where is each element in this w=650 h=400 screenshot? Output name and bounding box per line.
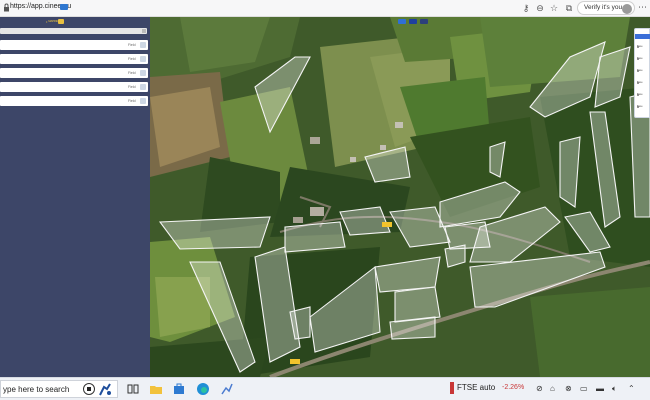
taskbar-search-input[interactable]: ype here to search [0, 380, 118, 398]
profile-button[interactable]: Verify it's you [577, 1, 635, 15]
favorite-star-icon[interactable]: ☆ [548, 2, 560, 14]
panel-item[interactable]: Base [637, 81, 649, 85]
app-chart-icon[interactable] [220, 382, 234, 396]
profile-label: Verify it's you [584, 4, 623, 11]
sidebar: • ᴹᴬᴾᴵᴺᴳ Field Field Field Field Field [0, 17, 150, 377]
display-icon[interactable]: ▬ [596, 384, 604, 393]
tray-overflow-icon[interactable]: ⌃ [628, 384, 635, 393]
more-menu-icon[interactable]: ⋯ [638, 2, 647, 13]
taskbar-search-placeholder: ype here to search [3, 385, 70, 394]
sidebar-header: • ᴹᴬᴾᴵᴺᴳ [0, 17, 150, 28]
field-polygon [158, 216, 271, 250]
field-thumbnail-icon[interactable] [140, 70, 146, 76]
windows-taskbar: ype here to search FTSE auto -2.26% ⊘ ⌂ … [0, 377, 650, 400]
map-layer-toggle[interactable] [409, 19, 417, 24]
panel-item[interactable]: Base [637, 45, 649, 49]
panel-header-bar [635, 34, 650, 39]
lock-icon [4, 3, 9, 12]
search-highlight-icon [83, 383, 95, 395]
field-thumbnail-icon[interactable] [140, 42, 146, 48]
network-icon[interactable]: ⊗ [565, 384, 572, 393]
map-layer-toggle[interactable] [420, 19, 428, 24]
store-icon[interactable] [172, 382, 186, 396]
stock-change-value[interactable]: -2.26% [502, 384, 524, 391]
zoom-icon[interactable]: ⊖ [534, 2, 546, 14]
site-badge-icon [60, 4, 68, 10]
sidebar-field-row[interactable]: Field [0, 96, 148, 106]
search-figure-icon [99, 383, 111, 396]
news-ticker-label[interactable]: FTSE auto [457, 383, 495, 392]
panel-item[interactable]: Base [637, 69, 649, 73]
people-icon[interactable]: ⊘ [536, 384, 543, 393]
sidebar-field-row[interactable]: Field [0, 82, 148, 92]
file-explorer-icon[interactable] [149, 382, 163, 396]
browser-toolbar: https://app.cinee.eu ⚷ ⊖ ☆ ⧉ Verify it's… [0, 0, 650, 17]
avatar [622, 3, 632, 14]
sidebar-field-row[interactable]: Field [0, 54, 148, 64]
battery-icon[interactable]: ▭ [580, 384, 588, 393]
task-view-icon[interactable] [126, 382, 140, 396]
sidebar-field-row[interactable]: Field [0, 68, 148, 78]
sidebar-header-badge [58, 19, 64, 24]
sidebar-field-label: Field [128, 84, 136, 89]
panel-item[interactable]: Base [637, 105, 649, 109]
collections-icon[interactable]: ⧉ [563, 2, 575, 14]
map-layers-panel[interactable]: Base Base Base Base Base Base [634, 28, 650, 118]
weather-bar-icon [450, 382, 454, 394]
sidebar-search-input[interactable] [0, 28, 147, 34]
field-polygon [284, 221, 346, 253]
field-thumbnail-icon[interactable] [140, 84, 146, 90]
panel-item[interactable]: Base [637, 93, 649, 97]
sidebar-header-label: • ᴹᴬᴾᴵᴺᴳ [46, 19, 59, 24]
key-icon[interactable]: ⚷ [520, 2, 532, 14]
sidebar-field-label: Field [128, 98, 136, 103]
sidebar-field-label: Field [128, 42, 136, 47]
field-thumbnail-icon[interactable] [140, 98, 146, 104]
wifi-icon[interactable]: ⌂ [550, 384, 555, 393]
sidebar-field-label: Field [128, 56, 136, 61]
map-layer-toggle[interactable] [398, 19, 406, 24]
panel-item[interactable]: Base [637, 57, 649, 61]
sidebar-field-row[interactable]: Field [0, 40, 148, 50]
edge-browser-icon[interactable] [196, 382, 210, 396]
sidebar-field-label: Field [128, 70, 136, 75]
volume-icon[interactable]: 🔈︎ [612, 384, 617, 394]
map-canvas[interactable] [150, 17, 650, 377]
field-thumbnail-icon[interactable] [140, 56, 146, 62]
sidebar-search-icon[interactable] [142, 29, 146, 33]
satellite-map[interactable] [150, 17, 650, 377]
